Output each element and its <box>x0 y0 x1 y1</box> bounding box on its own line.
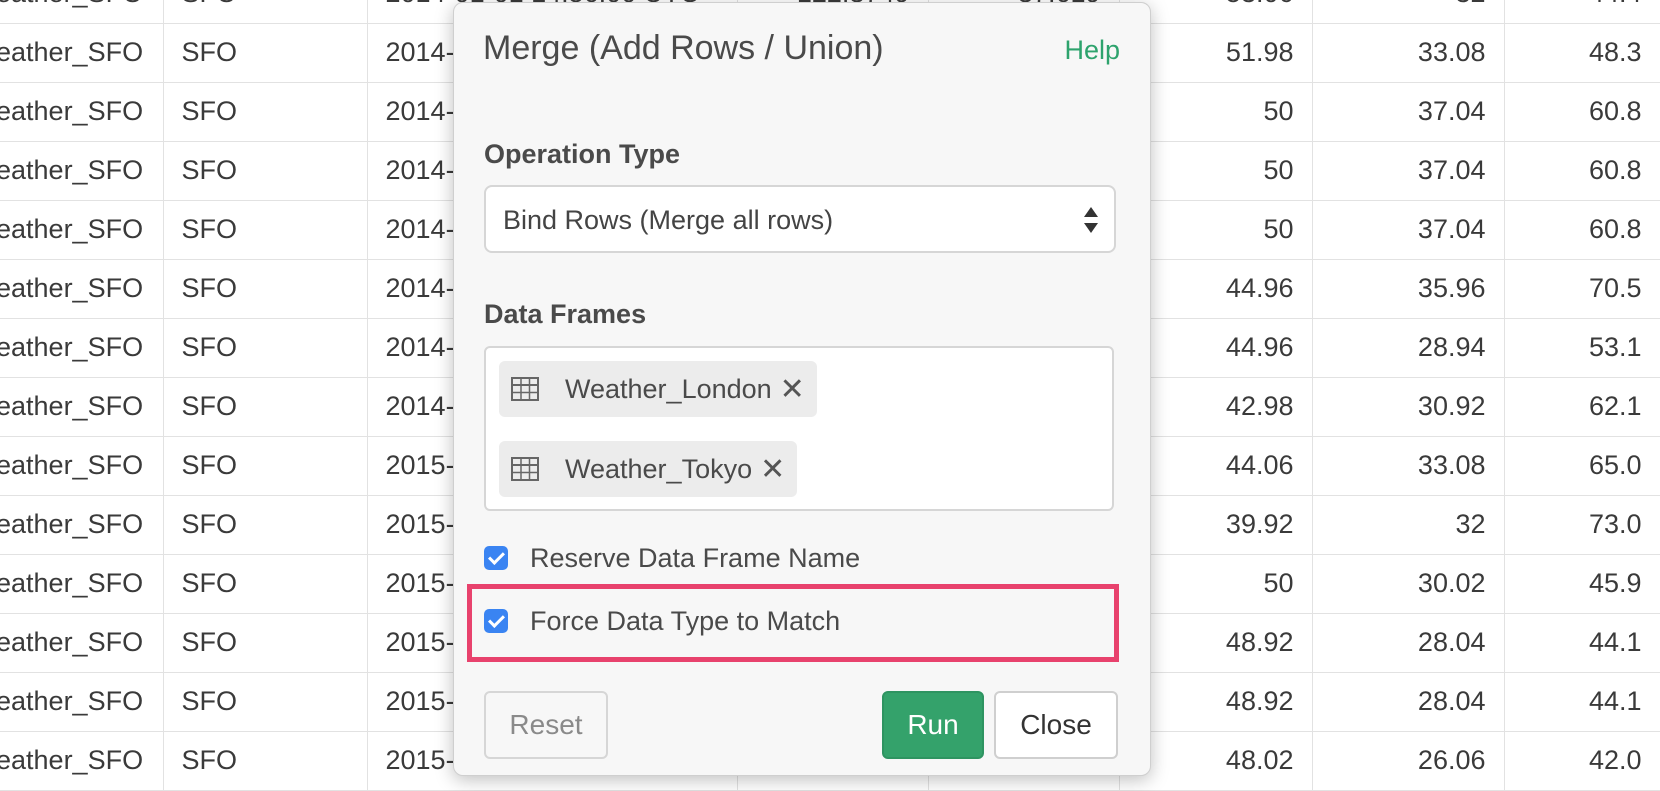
table-cell: eather_SFO <box>0 613 164 673</box>
data-frame-tag[interactable]: Weather_Tokyo ✕ <box>499 441 798 497</box>
table-cell: SFO <box>163 0 368 24</box>
help-link[interactable]: Help <box>1064 35 1120 66</box>
table-cell: 44.1 <box>1504 672 1660 732</box>
table-icon <box>511 377 539 401</box>
table-cell: 48.3 <box>1504 23 1660 83</box>
table-cell: 37.04 <box>1312 82 1505 142</box>
table-cell: 60.8 <box>1504 141 1660 201</box>
table-cell: 44.1 <box>1504 613 1660 673</box>
reserve-name-option[interactable]: Reserve Data Frame Name <box>484 538 860 578</box>
table-cell: eather_SFO <box>0 82 164 142</box>
table-cell: SFO <box>163 23 368 83</box>
dialog-title: Merge (Add Rows / Union) <box>483 29 884 67</box>
table-cell: 28.04 <box>1312 613 1505 673</box>
table-cell: 37.04 <box>1312 200 1505 260</box>
table-cell: 42.0 <box>1504 731 1660 791</box>
table-cell: eather_SFO <box>0 377 164 437</box>
table-cell: SFO <box>163 731 368 791</box>
table-cell: eather_SFO <box>0 554 164 614</box>
select-arrows-icon <box>1084 207 1098 233</box>
table-cell: eather_SFO <box>0 672 164 732</box>
merge-dialog: Merge (Add Rows / Union) Help Operation … <box>453 2 1151 776</box>
table-cell: 62.1 <box>1504 377 1660 437</box>
table-cell: eather_SFO <box>0 436 164 496</box>
data-frame-tag-label: Weather_London <box>565 373 772 404</box>
table-cell: 45.9 <box>1504 554 1660 614</box>
table-cell: SFO <box>163 318 368 378</box>
reserve-name-checkbox[interactable] <box>484 546 508 570</box>
table-cell: 33.08 <box>1312 436 1505 496</box>
table-cell: SFO <box>163 377 368 437</box>
data-frames-label: Data Frames <box>484 299 647 329</box>
table-cell: 28.94 <box>1312 318 1505 378</box>
operation-type-select[interactable]: Bind Rows (Merge all rows) <box>484 185 1116 253</box>
table-cell: 44.4 <box>1504 0 1660 24</box>
data-frames-input[interactable]: Weather_London ✕ Weather_Tokyo ✕ <box>484 346 1114 511</box>
table-cell: 28.04 <box>1312 672 1505 732</box>
table-cell: SFO <box>163 436 368 496</box>
table-cell: 32 <box>1312 0 1505 24</box>
table-cell: SFO <box>163 200 368 260</box>
table-cell: eather_SFO <box>0 318 164 378</box>
table-cell: 35.96 <box>1312 259 1505 319</box>
table-icon <box>511 457 539 481</box>
table-cell: eather_SFO <box>0 200 164 260</box>
operation-type-label: Operation Type <box>484 139 681 169</box>
table-cell: 53.1 <box>1504 318 1660 378</box>
table-cell: SFO <box>163 672 368 732</box>
remove-icon[interactable]: ✕ <box>760 452 785 487</box>
table-cell: 73.0 <box>1504 495 1660 555</box>
data-frame-tag[interactable]: Weather_London ✕ <box>499 361 817 417</box>
table-cell: SFO <box>163 554 368 614</box>
operation-type-value: Bind Rows (Merge all rows) <box>503 205 834 235</box>
table-cell: 33.08 <box>1312 23 1505 83</box>
table-cell: 30.92 <box>1312 377 1505 437</box>
table-cell: eather_SFO <box>0 0 164 24</box>
table-cell: eather_SFO <box>0 259 164 319</box>
table-cell: 30.02 <box>1312 554 1505 614</box>
data-frame-tag-label: Weather_Tokyo <box>565 453 753 484</box>
table-cell: 37.04 <box>1312 141 1505 201</box>
table-cell: SFO <box>163 82 368 142</box>
table-cell: SFO <box>163 495 368 555</box>
force-type-checkbox[interactable] <box>484 609 508 633</box>
table-cell: 60.8 <box>1504 200 1660 260</box>
table-cell: eather_SFO <box>0 141 164 201</box>
table-cell: SFO <box>163 613 368 673</box>
table-cell: 60.8 <box>1504 82 1660 142</box>
table-cell: 70.5 <box>1504 259 1660 319</box>
remove-icon[interactable]: ✕ <box>780 372 805 407</box>
close-button[interactable]: Close <box>994 691 1118 759</box>
reserve-name-label: Reserve Data Frame Name <box>530 542 861 573</box>
table-cell: 26.06 <box>1312 731 1505 791</box>
table-cell: 65.0 <box>1504 436 1660 496</box>
table-cell: eather_SFO <box>0 731 164 791</box>
run-button[interactable]: Run <box>882 691 984 759</box>
force-type-label: Force Data Type to Match <box>530 605 841 636</box>
table-cell: SFO <box>163 141 368 201</box>
reset-button[interactable]: Reset <box>484 691 608 759</box>
force-type-option[interactable]: Force Data Type to Match <box>484 601 840 641</box>
table-cell: eather_SFO <box>0 23 164 83</box>
table-cell: eather_SFO <box>0 495 164 555</box>
table-cell: 32 <box>1312 495 1505 555</box>
table-cell: SFO <box>163 259 368 319</box>
